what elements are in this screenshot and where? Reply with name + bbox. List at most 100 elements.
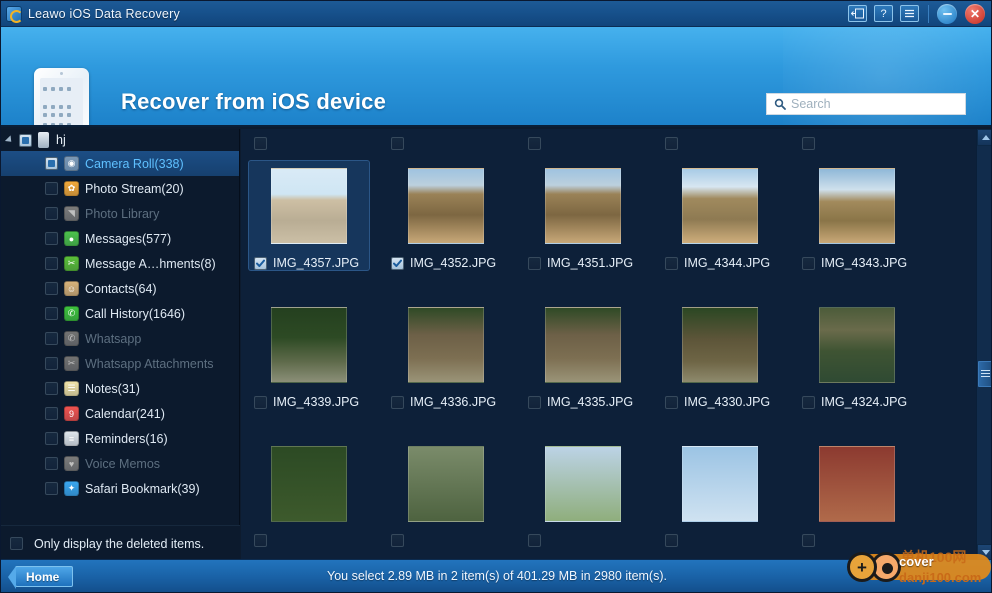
thumbnail-image[interactable] [819,446,895,522]
thumbnail-image[interactable] [545,307,621,383]
sidebar-item-8[interactable]: ✂ Whatsapp Attachments [1,351,239,376]
thumbnail-checkbox[interactable] [802,395,815,409]
sidebar-item-10[interactable]: 9 Calendar(241) [1,401,239,426]
thumbnail-panel[interactable] [249,439,369,547]
thumbnail-checkbox[interactable] [391,395,404,409]
sidebar-item-1[interactable]: ✿ Photo Stream(20) [1,176,239,201]
thumbnail-panel[interactable]: IMG_4324.JPG [797,300,917,409]
thumbnail-panel[interactable]: IMG_4330.JPG [660,300,780,409]
sidebar-item-checkbox[interactable] [45,432,58,445]
thumbnail-panel[interactable] [523,439,643,547]
sidebar-item-2[interactable]: ◥ Photo Library [1,201,239,226]
thumbnail-panel[interactable] [660,439,780,547]
thumbnail-panel[interactable]: IMG_4343.JPG [797,161,917,270]
sidebar-item-checkbox[interactable] [45,332,58,345]
thumbnail-image[interactable] [819,307,895,383]
sidebar-item-checkbox[interactable] [45,457,58,470]
thumbnail-panel[interactable] [797,439,917,547]
thumbnail-cell[interactable]: IMG_4343.JPG [789,129,925,270]
group-select-checkbox[interactable] [391,137,404,150]
thumbnail-panel[interactable]: IMG_4339.JPG [249,300,369,409]
thumbnail-cell[interactable]: IMG_4357.JPG [241,129,377,270]
thumbnail-image[interactable] [271,168,347,244]
only-deleted-checkbox[interactable] [10,537,23,550]
thumbnail-image[interactable] [271,446,347,522]
thumbnail-cell[interactable] [515,431,651,547]
thumbnail-checkbox[interactable] [528,534,541,547]
thumbnail-cell[interactable] [789,431,925,547]
sidebar-item-checkbox[interactable] [45,357,58,370]
sidebar-item-6[interactable]: ✆ Call History(1646) [1,301,239,326]
thumbnail-image[interactable] [408,446,484,522]
thumbnail-image[interactable] [408,307,484,383]
thumbnail-checkbox[interactable] [665,534,678,547]
sidebar-item-checkbox[interactable] [45,232,58,245]
expander-triangle-icon[interactable] [4,135,15,145]
thumbnail-panel[interactable]: IMG_4336.JPG [386,300,506,409]
sidebar-item-checkbox[interactable] [45,407,58,420]
group-select-checkbox[interactable] [254,137,267,150]
thumbnail-checkbox[interactable] [528,256,541,270]
close-button[interactable]: ✕ [965,3,985,24]
thumbnail-checkbox[interactable] [802,256,815,270]
thumbnail-cell[interactable]: IMG_4324.JPG [789,292,925,409]
thumbnail-panel[interactable] [386,439,506,547]
search-input[interactable] [791,97,965,111]
sidebar-item-checkbox[interactable] [45,182,58,195]
thumbnail-cell[interactable]: IMG_4335.JPG [515,292,651,409]
menu-icon[interactable] [900,5,919,22]
sidebar-item-checkbox[interactable] [45,257,58,270]
sidebar-device-root[interactable]: hj [1,129,239,151]
sidebar-item-7[interactable]: ✆ Whatsapp [1,326,239,351]
thumbnail-image[interactable] [819,168,895,244]
group-select-checkbox[interactable] [802,137,815,150]
sidebar-item-3[interactable]: ● Messages(577) [1,226,239,251]
sidebar-item-13[interactable]: ✦ Safari Bookmark(39) [1,476,239,501]
thumbnail-checkbox[interactable] [254,256,267,270]
group-select-checkbox[interactable] [665,137,678,150]
sidebar-item-checkbox[interactable] [45,307,58,320]
sidebar-item-5[interactable]: ☺ Contacts(64) [1,276,239,301]
device-checkbox[interactable] [19,133,32,147]
thumbnail-cell[interactable]: IMG_4339.JPG [241,292,377,409]
thumbnail-checkbox[interactable] [665,395,678,409]
sidebar-item-checkbox[interactable] [45,282,58,295]
thumbnail-checkbox[interactable] [254,395,267,409]
sidebar-item-checkbox[interactable] [45,157,58,170]
search-box[interactable] [766,93,966,115]
thumbnail-cell[interactable]: IMG_4336.JPG [378,292,514,409]
sidebar-item-12[interactable]: ♥ Voice Memos [1,451,239,476]
thumbnail-image[interactable] [682,307,758,383]
thumbnail-checkbox[interactable] [802,534,815,547]
sidebar-item-9[interactable]: ☰ Notes(31) [1,376,239,401]
scrollbar-thumb[interactable] [978,360,991,387]
thumbnail-panel[interactable]: IMG_4357.JPG [249,161,369,270]
sidebar-item-0[interactable]: ◉ Camera Roll(338) [1,151,239,176]
thumbnail-cell[interactable] [241,431,377,547]
thumbnail-panel[interactable]: IMG_4351.JPG [523,161,643,270]
thumbnail-image[interactable] [682,168,758,244]
thumbnail-panel[interactable]: IMG_4335.JPG [523,300,643,409]
thumbnail-checkbox[interactable] [528,395,541,409]
thumbnail-cell[interactable]: IMG_4351.JPG [515,129,651,270]
sidebar-item-checkbox[interactable] [45,482,58,495]
thumbnail-cell[interactable]: IMG_4352.JPG [378,129,514,270]
thumbnail-image[interactable] [545,446,621,522]
thumbnail-checkbox[interactable] [254,534,267,547]
thumbnail-image[interactable] [271,307,347,383]
thumbnail-cell[interactable]: IMG_4344.JPG [652,129,788,270]
thumbnail-image[interactable] [682,446,758,522]
thumbnail-checkbox[interactable] [665,256,678,270]
scroll-up-icon[interactable] [977,129,991,146]
sidebar-item-11[interactable]: ≡ Reminders(16) [1,426,239,451]
thumbnail-checkbox[interactable] [391,256,404,270]
register-icon[interactable] [848,5,867,22]
thumbnail-image[interactable] [545,168,621,244]
group-select-checkbox[interactable] [528,137,541,150]
minimize-button[interactable] [937,3,957,24]
thumbnail-cell[interactable] [652,431,788,547]
sidebar-item-checkbox[interactable] [45,382,58,395]
thumbnail-cell[interactable] [378,431,514,547]
sidebar-item-checkbox[interactable] [45,207,58,220]
thumbnail-checkbox[interactable] [391,534,404,547]
